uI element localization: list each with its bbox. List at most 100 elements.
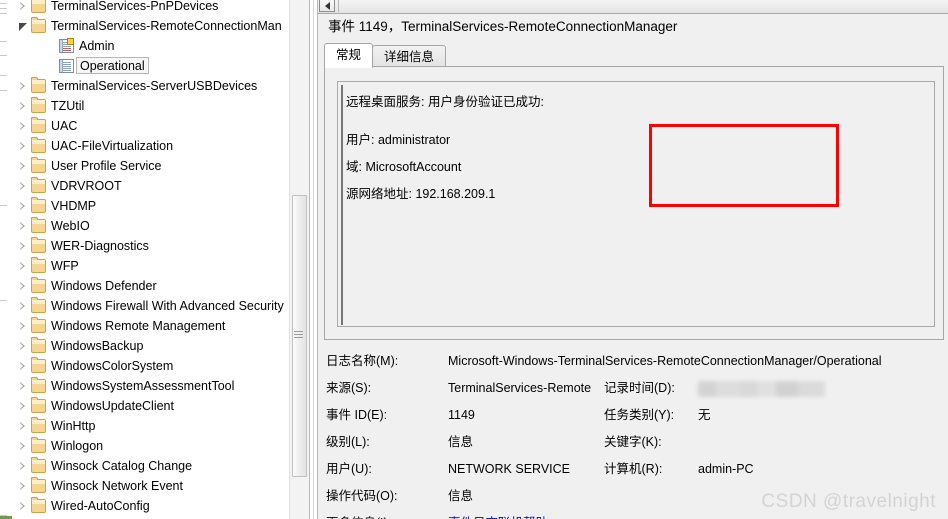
tree-item-windowssystemassessmenttool[interactable]: WindowsSystemAssessmentTool: [0, 376, 290, 396]
toolbar-forward-icon[interactable]: [319, 0, 335, 12]
chevron-right-icon[interactable]: [19, 262, 28, 271]
tree-item-label: Winsock Network Event: [51, 479, 183, 493]
chevron-right-icon[interactable]: [19, 442, 28, 451]
tree-item-vhdmp[interactable]: VHDMP: [0, 196, 290, 216]
tree-item-winhttp[interactable]: WinHttp: [0, 416, 290, 436]
chevron-right-icon[interactable]: [19, 102, 28, 111]
event-message-box[interactable]: 远程桌面服务: 用户身份验证已成功: 用户: administrator 域: …: [337, 81, 935, 327]
opcode-label: 操作代码(O):: [326, 489, 398, 503]
tree-item-windowsbackup[interactable]: WindowsBackup: [0, 336, 290, 356]
tab-label: 详细信息: [384, 50, 435, 64]
chevron-right-icon[interactable]: [19, 502, 28, 511]
chevron-right-icon[interactable]: [19, 342, 28, 351]
tree-item-admin[interactable]: Admin: [0, 36, 290, 56]
folder-icon: [31, 137, 46, 153]
chevron-right-icon[interactable]: [19, 402, 28, 411]
tree-item-wfp[interactable]: WFP: [0, 256, 290, 276]
chevron-right-icon[interactable]: [19, 482, 28, 491]
tree-vertical-scrollbar[interactable]: [289, 0, 309, 519]
log-name-value: Microsoft-Windows-TerminalServices-Remot…: [448, 354, 882, 368]
chevron-right-icon[interactable]: [19, 182, 28, 191]
folder-icon: [31, 97, 46, 113]
field-row-user: 用户(U): NETWORK SERVICE 计算机(R): admin-PC: [326, 456, 948, 482]
folder-icon: [31, 17, 46, 33]
computer-label: 计算机(R):: [604, 462, 663, 476]
chevron-right-icon[interactable]: [19, 422, 28, 431]
tree-item-terminalservices-pnpdevices[interactable]: TerminalServices-PnPDevices: [0, 0, 290, 16]
tree-item-label: UAC-FileVirtualization: [51, 139, 174, 153]
tab-general[interactable]: 常规: [324, 43, 374, 68]
folder-icon: [31, 117, 46, 133]
field-row-level: 级别(L): 信息 关键字(K):: [326, 429, 948, 455]
folder-icon: [31, 257, 46, 273]
tree-item-winlogon[interactable]: Winlogon: [0, 436, 290, 456]
chevron-right-icon[interactable]: [19, 82, 28, 91]
level-label: 级别(L):: [326, 435, 370, 449]
task-category-label: 任务类别(Y):: [604, 408, 675, 422]
chevron-right-icon[interactable]: [19, 122, 28, 131]
tree-scrollbar-grip-icon: [294, 331, 303, 338]
panel-splitter[interactable]: [309, 0, 318, 519]
chevron-right-icon[interactable]: [19, 202, 28, 211]
tree-item-label: WinHttp: [51, 419, 96, 433]
watermark: CSDN @travelnight: [761, 491, 936, 512]
detail-toolbar-strip: [318, 0, 948, 14]
tree-item-winsock-network-event[interactable]: Winsock Network Event: [0, 476, 290, 496]
task-category-value: 无: [698, 408, 711, 422]
folder-icon: [31, 357, 46, 373]
chevron-right-icon[interactable]: [19, 222, 28, 231]
tree-item-label: WindowsUpdateClient: [51, 399, 174, 413]
tree-item-webio[interactable]: WebIO: [0, 216, 290, 236]
chevron-right-icon[interactable]: [19, 2, 28, 11]
chevron-right-icon[interactable]: [19, 162, 28, 171]
tree-item-windowscolorsystem[interactable]: WindowsColorSystem: [0, 356, 290, 376]
tree-item-uac[interactable]: UAC: [0, 116, 290, 136]
tab-details[interactable]: 详细信息: [372, 45, 447, 68]
event-log-online-help-link[interactable]: 事件日志联机帮助: [448, 510, 548, 519]
tree-item-label: TerminalServices-PnPDevices: [51, 0, 219, 13]
event-id-value: 1149: [448, 408, 475, 422]
tree-item-user-profile-service[interactable]: User Profile Service: [0, 156, 290, 176]
user-value: NETWORK SERVICE: [448, 462, 571, 476]
tree-item-terminalservices-serverusbdevices[interactable]: TerminalServices-ServerUSBDevices: [0, 76, 290, 96]
chevron-right-icon[interactable]: [19, 362, 28, 371]
tree-item-terminalservices-remoteconnectionman[interactable]: TerminalServices-RemoteConnectionMan: [0, 16, 290, 36]
tree-item-vdrvroot[interactable]: VDRVROOT: [0, 176, 290, 196]
folder-icon: [31, 177, 46, 193]
tree-item-windows-firewall-with-advanced-security[interactable]: Windows Firewall With Advanced Security: [0, 296, 290, 316]
tree-item-label: Windows Defender: [51, 279, 157, 293]
tree-item-label: Windows Firewall With Advanced Security: [51, 299, 284, 313]
event-message-line-domain: 域: MicrosoftAccount: [346, 160, 462, 174]
tree-item-operational[interactable]: Operational: [0, 56, 290, 76]
folder-icon: [31, 457, 46, 473]
chevron-right-icon[interactable]: [19, 302, 28, 311]
tree-item-winsock-catalog-change[interactable]: Winsock Catalog Change: [0, 456, 290, 476]
folder-icon: [31, 157, 46, 173]
tree-item-label: WindowsColorSystem: [51, 359, 174, 373]
chevron-right-icon[interactable]: [19, 142, 28, 151]
tree-item-wired-autoconfig[interactable]: Wired-AutoConfig: [0, 496, 290, 516]
event-message-line-source-address: 源网络地址: 192.168.209.1: [346, 187, 496, 201]
tree-item-label: WFP: [51, 259, 79, 273]
field-row-source: 来源(S): TerminalServices-Remote 记录时间(D):: [326, 375, 948, 401]
tab-label: 常规: [336, 48, 362, 62]
folder-icon: [31, 237, 46, 253]
text-caret: [341, 85, 343, 325]
chevron-right-icon[interactable]: [19, 382, 28, 391]
event-log-tree-panel[interactable]: TerminalServices-PnPDevices TerminalServi…: [0, 0, 309, 519]
chevron-down-icon[interactable]: [19, 22, 28, 31]
tree-item-tzutil[interactable]: TZUtil: [0, 96, 290, 116]
tree-item-label: WindowsSystemAssessmentTool: [51, 379, 235, 393]
chevron-right-icon[interactable]: [19, 322, 28, 331]
tree-item-wer-diagnostics[interactable]: WER-Diagnostics: [0, 236, 290, 256]
tree-item-windows-defender[interactable]: Windows Defender: [0, 276, 290, 296]
folder-icon: [31, 337, 46, 353]
tree-item-windowsupdateclient[interactable]: WindowsUpdateClient: [0, 396, 290, 416]
chevron-right-icon[interactable]: [19, 282, 28, 291]
tree-item-label: UAC: [51, 119, 78, 133]
event-detail-tabs[interactable]: 常规 详细信息: [324, 43, 944, 68]
tree-item-uac-filevirtualization[interactable]: UAC-FileVirtualization: [0, 136, 290, 156]
tree-item-windows-remote-management[interactable]: Windows Remote Management: [0, 316, 290, 336]
chevron-right-icon[interactable]: [19, 462, 28, 471]
chevron-right-icon[interactable]: [19, 242, 28, 251]
